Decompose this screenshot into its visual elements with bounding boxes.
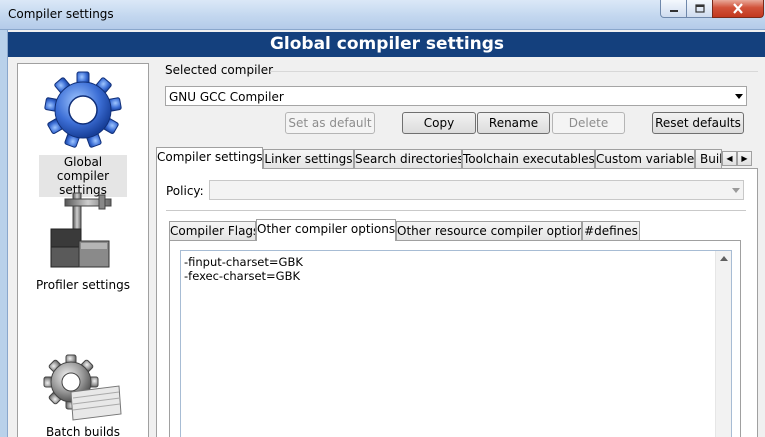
category-global-compiler-settings[interactable]: Global compiler settings: [18, 68, 148, 197]
minimize-icon: [669, 9, 678, 12]
other-compiler-options-panel: -finput-charset=GBK -fexec-charset=GBK: [169, 240, 741, 437]
other-options-editor[interactable]: -finput-charset=GBK -fexec-charset=GBK: [180, 250, 732, 437]
rename-button[interactable]: Rename: [477, 112, 550, 134]
tab-custom-variables[interactable]: Custom variables: [595, 149, 695, 169]
copy-button[interactable]: Copy: [402, 112, 476, 134]
dialog-body: Global compiler settings Global compiler…: [7, 30, 765, 437]
arrow-right-icon: ▶: [741, 154, 748, 163]
policy-dropdown[interactable]: [209, 180, 744, 200]
tab-search-directories[interactable]: Search directories: [354, 149, 462, 169]
subtab-other-compiler-options[interactable]: Other compiler options: [256, 219, 396, 241]
tab-scroll-right-button[interactable]: ▶: [737, 151, 752, 166]
header-banner: Global compiler settings: [8, 32, 765, 57]
window-titlebar[interactable]: Compiler settings: [0, 0, 765, 30]
group-divider: [270, 71, 758, 72]
subtab-defines[interactable]: #defines: [582, 221, 640, 241]
tab-toolchain-executables[interactable]: Toolchain executables: [462, 149, 595, 169]
batch-builds-icon: [43, 354, 122, 421]
editor-line: -finput-charset=GBK: [184, 255, 303, 269]
close-button[interactable]: [712, 0, 764, 18]
subtab-other-resource-compiler-options[interactable]: Other resource compiler options: [396, 221, 582, 241]
editor-scrollbar[interactable]: [715, 251, 731, 437]
tab-compiler-settings[interactable]: Compiler settings: [156, 147, 263, 169]
close-icon: [733, 3, 743, 14]
selected-compiler-dropdown[interactable]: GNU GCC Compiler: [165, 86, 747, 106]
tab-build-options[interactable]: Buil: [695, 149, 722, 169]
category-batch-builds[interactable]: Batch builds: [18, 352, 148, 437]
category-profiler-settings[interactable]: Profiler settings: [18, 189, 148, 292]
reset-defaults-button[interactable]: Reset defaults: [652, 112, 744, 134]
selected-compiler-value: GNU GCC Compiler: [169, 90, 284, 104]
gear-icon: [44, 71, 122, 148]
policy-label: Policy:: [166, 184, 204, 198]
minimize-button[interactable]: [660, 0, 687, 18]
chevron-down-icon: [735, 94, 743, 99]
tab-linker-settings[interactable]: Linker settings: [263, 149, 354, 169]
window-title: Compiler settings: [8, 7, 114, 21]
category-label: Batch builds: [45, 425, 121, 437]
category-list: Global compiler settings Profiler settin…: [17, 63, 149, 437]
category-label: Profiler settings: [36, 278, 130, 292]
compiler-settings-panel: Policy: Compiler Flags Other compiler op…: [156, 168, 758, 437]
set-as-default-button[interactable]: Set as default: [285, 112, 375, 134]
chevron-down-icon: [732, 188, 740, 193]
editor-line: -fexec-charset=GBK: [184, 269, 301, 283]
maximize-icon: [694, 4, 705, 13]
profiler-icon: [50, 192, 112, 268]
selected-compiler-label: Selected compiler: [165, 63, 274, 77]
subtab-compiler-flags[interactable]: Compiler Flags: [169, 221, 256, 241]
delete-button[interactable]: Delete: [552, 112, 625, 134]
policy-divider: [166, 210, 746, 211]
maximize-button[interactable]: [686, 0, 713, 18]
tab-scroll-left-button[interactable]: ◀: [722, 151, 737, 166]
arrow-left-icon: ◀: [726, 154, 733, 163]
header-title: Global compiler settings: [269, 34, 505, 54]
scroll-up-icon: [720, 256, 728, 261]
